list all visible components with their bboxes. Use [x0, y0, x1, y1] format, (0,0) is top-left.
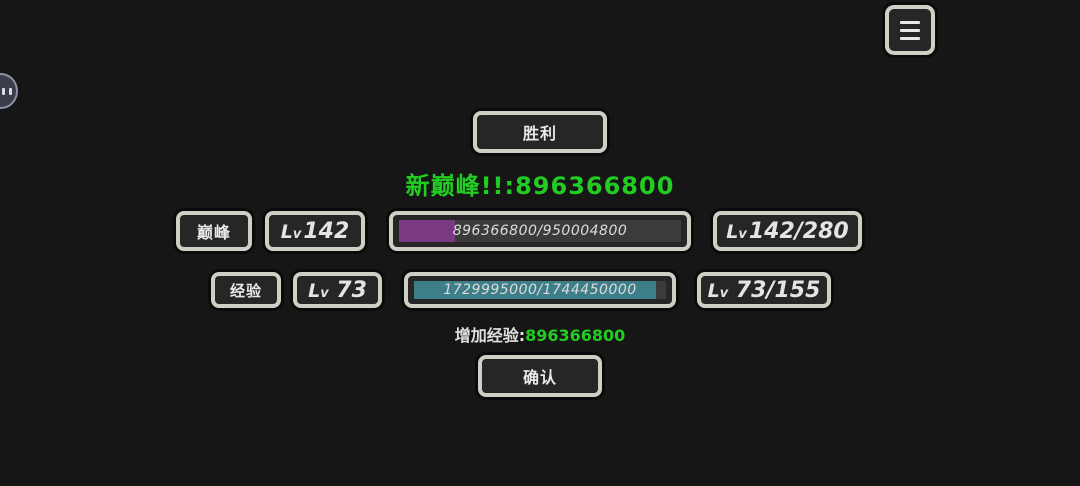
exp-progress-text: 1729995000/1744450000 — [443, 282, 637, 298]
victory-label-box: 胜利 — [473, 111, 607, 153]
exp-max-level-box: Lv 73/155 — [697, 272, 831, 308]
peak-label-box: 巅峰 — [176, 211, 252, 251]
peak-progress-text: 896366800/950004800 — [452, 223, 628, 239]
headline-prefix: 新巅峰!!: — [405, 172, 516, 200]
victory-label: 胜利 — [522, 124, 557, 143]
confirm-button[interactable]: 确认 — [478, 355, 602, 397]
exp-gain-label: 增加经验: — [454, 326, 526, 345]
exp-level: Lv 73 — [308, 277, 367, 303]
peak-level-box: Lv142 — [265, 211, 365, 251]
peak-progress-bar: 896366800/950004800 — [389, 211, 691, 251]
hamburger-menu-icon — [900, 20, 920, 24]
battle-result-screen: 胜利 新巅峰!!:896366800 巅峰 Lv142 896366800/95… — [0, 0, 1080, 486]
peak-level: Lv142 — [280, 218, 350, 244]
exp-max-level: Lv 73/155 — [707, 277, 821, 303]
peak-max-level-box: Lv142/280 — [713, 211, 862, 251]
confirm-label: 确认 — [522, 368, 557, 387]
exp-gain-line: 增加经验:896366800 — [0, 322, 1080, 346]
exp-label: 经验 — [229, 281, 262, 300]
chat-bubble-icon[interactable] — [0, 73, 18, 109]
new-peak-headline: 新巅峰!!:896366800 — [0, 166, 1080, 201]
exp-gain-value: 896366800 — [525, 326, 626, 345]
exp-label-box: 经验 — [211, 272, 281, 308]
peak-label: 巅峰 — [196, 223, 231, 242]
menu-button[interactable] — [885, 5, 935, 55]
headline-value: 896366800 — [515, 172, 675, 200]
peak-max-level: Lv142/280 — [726, 218, 849, 244]
exp-level-box: Lv 73 — [293, 272, 382, 308]
exp-progress-bar: 1729995000/1744450000 — [404, 272, 676, 308]
